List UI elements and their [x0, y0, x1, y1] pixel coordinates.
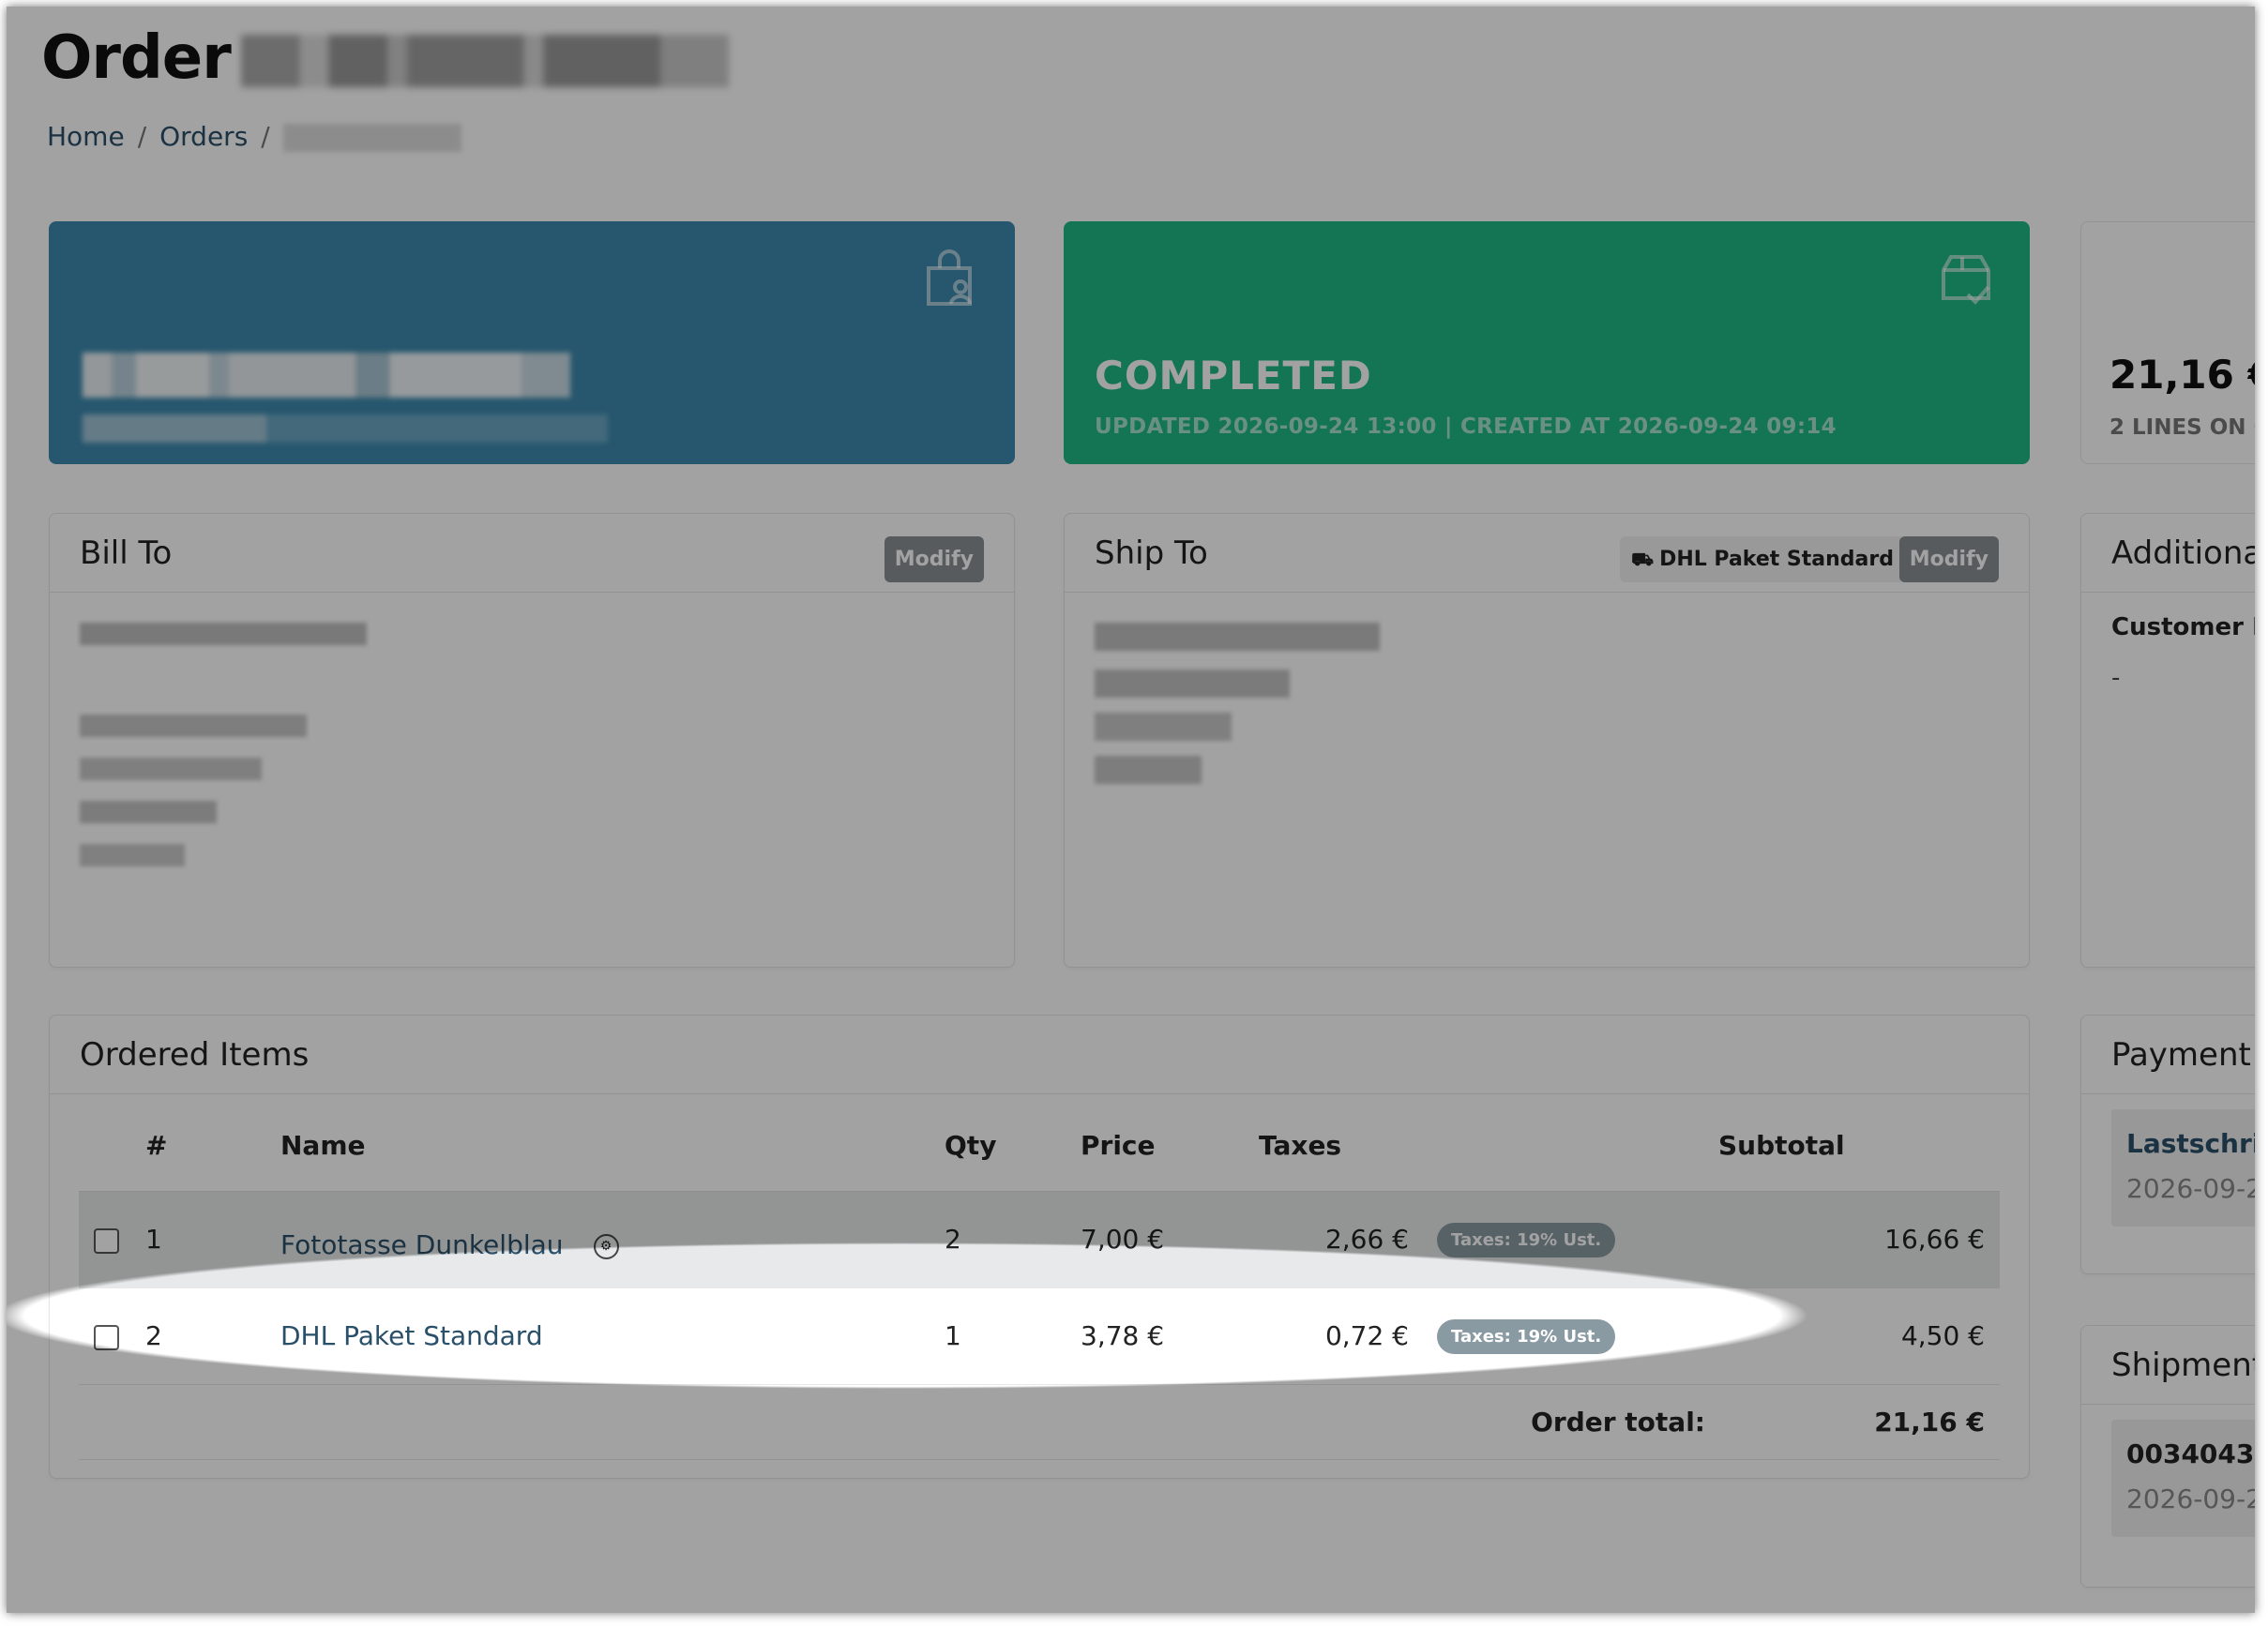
bill-to-company-redacted — [80, 623, 367, 645]
box-check-icon — [1942, 255, 1990, 305]
truck-icon: ⛟ — [1631, 550, 1655, 570]
row-select — [79, 1191, 145, 1288]
order-total-label: Order total: — [1437, 1384, 1718, 1460]
bill-to-card: Bill To Modify — [49, 513, 1015, 968]
ship-to-street-redacted — [1095, 713, 1232, 741]
col-num: # — [145, 1100, 280, 1192]
payment-header: Payment — [2081, 1016, 2255, 1094]
breadcrumb-home[interactable]: Home — [47, 121, 125, 152]
row-qty: 2 — [945, 1191, 1081, 1288]
additional-header: Additional — [2081, 514, 2255, 593]
additional-title: Additional — [2111, 534, 2255, 572]
bill-to-title: Bill To — [80, 534, 173, 572]
row-tax-badge-cell: Taxes: 19% Ust. — [1437, 1287, 1718, 1385]
col-name: Name — [280, 1100, 945, 1192]
tracking-number[interactable]: 003404341 — [2126, 1438, 2255, 1469]
carrier-badge: ⛟ DHL Paket Standard — [1620, 536, 1905, 582]
row-checkbox[interactable] — [94, 1324, 119, 1350]
tax-badge: Taxes: 19% Ust. — [1437, 1223, 1616, 1257]
breadcrumb-separator: / — [261, 121, 270, 152]
payment-card: Payment Lastschrift 2026-09-24 — [2080, 1015, 2255, 1274]
customer-card — [49, 221, 1015, 464]
row-checkbox[interactable] — [94, 1227, 119, 1254]
screenshot-frame: Order Home / Orders / COMPLETED UPDATED 202… — [7, 7, 2255, 1613]
additional-card: Additional Customer No - — [2080, 513, 2255, 968]
payment-method-link[interactable]: Lastschrift — [2126, 1128, 2255, 1159]
shipment-date: 2026-09-24 — [2126, 1483, 2255, 1514]
ordered-items-table: # Name Qty Price Taxes Subtotal 1 Fotota… — [79, 1100, 2000, 1460]
col-subtotal: Subtotal — [1718, 1100, 2000, 1192]
row-qty: 1 — [945, 1287, 1081, 1385]
breadcrumb: Home / Orders / — [47, 121, 461, 152]
payment-date: 2026-09-24 — [2126, 1173, 2255, 1204]
ship-to-modify-button[interactable]: Modify — [1898, 536, 1999, 582]
summary-total: 21,16 € — [2109, 352, 2255, 398]
shipments-card: Shipments 003404341 2026-09-24 — [2080, 1325, 2255, 1588]
table-row: 1 Fototasse Dunkelblau ⚙ 2 7,00 € 2,66 € … — [79, 1191, 2000, 1288]
row-subtotal: 4,50 € — [1718, 1287, 2000, 1385]
bill-to-header: Bill To Modify — [50, 514, 1014, 593]
breadcrumb-separator: / — [137, 121, 147, 152]
bill-to-country-redacted — [80, 844, 185, 866]
ship-to-header: Ship To ⛟ DHL Paket Standard Modify — [1065, 514, 2029, 593]
ship-to-company-redacted — [1095, 623, 1380, 651]
customer-note-label: Customer No — [2111, 613, 2255, 641]
col-tax-badge — [1437, 1100, 1718, 1192]
payment-title: Payment — [2111, 1036, 2251, 1074]
order-summary-card: 21,16 € 2 LINES ON OR — [2080, 221, 2255, 464]
ship-to-title: Ship To — [1095, 534, 1208, 572]
customer-contact-redacted — [83, 414, 608, 443]
ship-to-card: Ship To ⛟ DHL Paket Standard Modify — [1064, 513, 2030, 968]
ship-to-city-redacted — [1095, 756, 1202, 784]
order-page: Order Home / Orders / COMPLETED UPDATED 202… — [7, 7, 2255, 1613]
tax-badge: Taxes: 19% Ust. — [1437, 1319, 1616, 1354]
shopping-bag-user-icon — [927, 249, 972, 306]
order-total-row: Order total: 21,16 € — [79, 1384, 2000, 1460]
bill-to-street-redacted — [80, 758, 262, 780]
breadcrumb-current-redacted — [282, 124, 461, 152]
row-subtotal: 16,66 € — [1718, 1191, 2000, 1288]
row-tax-badge-cell: Taxes: 19% Ust. — [1437, 1191, 1718, 1288]
carrier-label: DHL Paket Standard — [1659, 548, 1894, 571]
breadcrumb-orders[interactable]: Orders — [159, 121, 248, 152]
customer-name-redacted — [83, 353, 570, 398]
status-card: COMPLETED UPDATED 2026-09-24 13:00 | CRE… — [1064, 221, 2030, 464]
customer-note-value: - — [2111, 664, 2121, 692]
shipments-header: Shipments — [2081, 1326, 2255, 1405]
row-price: 7,00 € — [1081, 1191, 1259, 1288]
col-select — [79, 1100, 145, 1192]
row-name-cell: DHL Paket Standard — [280, 1287, 945, 1385]
ordered-items-title: Ordered Items — [80, 1036, 310, 1074]
personalization-icon: ⚙ — [593, 1233, 619, 1259]
item-link[interactable]: DHL Paket Standard — [280, 1320, 543, 1351]
bill-to-modify-button[interactable]: Modify — [884, 536, 984, 582]
row-name-cell: Fototasse Dunkelblau ⚙ — [280, 1191, 945, 1288]
col-price: Price — [1081, 1100, 1259, 1192]
row-price: 3,78 € — [1081, 1287, 1259, 1385]
item-link[interactable]: Fototasse Dunkelblau — [280, 1229, 564, 1260]
table-header-row: # Name Qty Price Taxes Subtotal — [79, 1100, 2000, 1192]
ordered-items-header: Ordered Items — [50, 1016, 2029, 1094]
order-total-spacer — [79, 1384, 1437, 1460]
row-tax-amount: 0,72 € — [1259, 1287, 1437, 1385]
table-row: 2 DHL Paket Standard 1 3,78 € 0,72 € Tax… — [79, 1287, 2000, 1385]
shipments-title: Shipments — [2111, 1347, 2255, 1384]
status-timestamps: UPDATED 2026-09-24 13:00 | CREATED AT 20… — [1095, 414, 1837, 439]
page-title: Order — [41, 23, 232, 93]
shipment-entry: 003404341 2026-09-24 — [2111, 1420, 2255, 1537]
order-number-redacted — [241, 35, 729, 87]
order-total-value: 21,16 € — [1718, 1384, 2000, 1460]
summary-lines: 2 LINES ON OR — [2109, 415, 2255, 440]
row-num: 1 — [145, 1191, 280, 1288]
row-select — [79, 1287, 145, 1385]
row-tax-amount: 2,66 € — [1259, 1191, 1437, 1288]
payment-entry: Lastschrift 2026-09-24 — [2111, 1109, 2255, 1227]
bill-to-name-redacted — [80, 715, 307, 737]
order-status: COMPLETED — [1095, 353, 1372, 399]
col-taxes: Taxes — [1259, 1100, 1437, 1192]
bill-to-city-redacted — [80, 801, 217, 823]
ship-to-name-redacted — [1095, 670, 1290, 698]
col-qty: Qty — [945, 1100, 1081, 1192]
row-num: 2 — [145, 1287, 280, 1385]
